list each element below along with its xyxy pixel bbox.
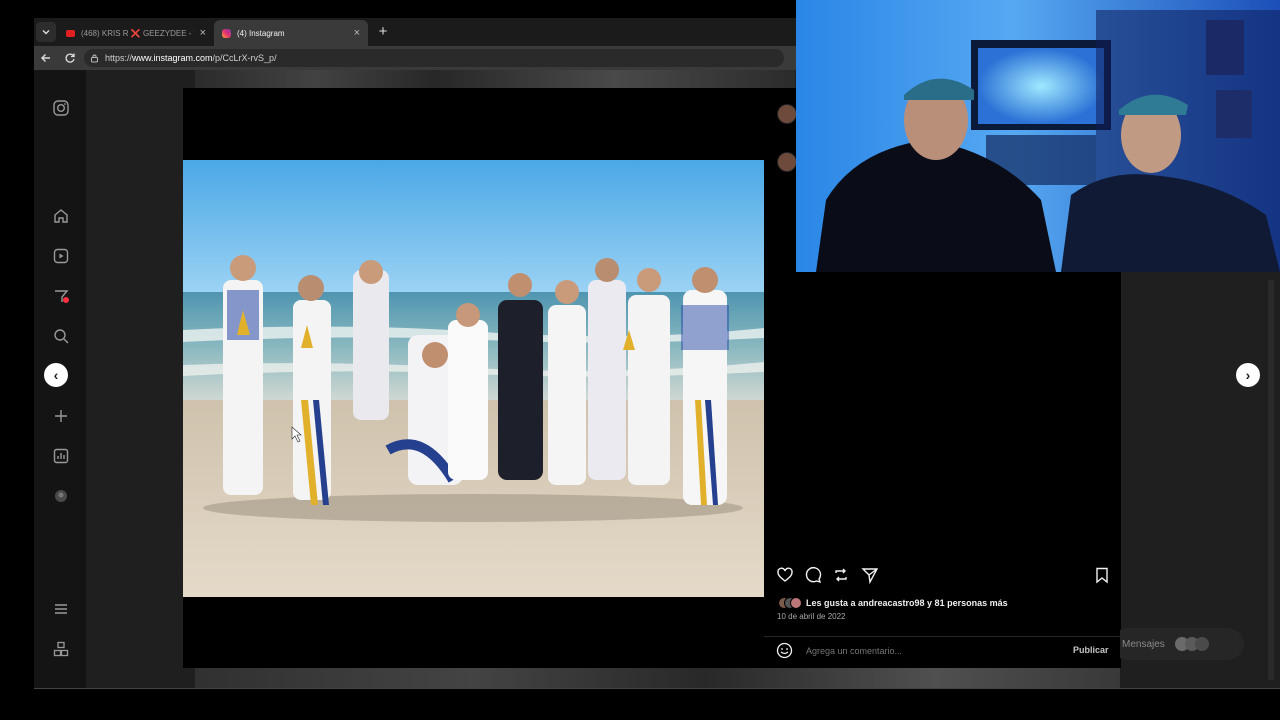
avatar [790, 597, 802, 609]
tab-youtube[interactable]: (468) KRIS R ❌ GEEZYDEE - TUI × [58, 20, 214, 46]
message-avatars [1174, 637, 1209, 651]
commenter-avatar[interactable] [777, 152, 797, 172]
reels-icon[interactable] [52, 247, 70, 265]
tab-label: (468) KRIS R ❌ GEEZYDEE - TUI [80, 28, 194, 38]
site-info-icon[interactable] [90, 54, 99, 63]
repost-icon[interactable] [832, 566, 850, 584]
chevron-left-icon: ‹ [53, 367, 59, 383]
save-bookmark-icon[interactable] [1093, 566, 1111, 584]
tab-instagram[interactable]: (4) Instagram × [214, 20, 368, 46]
url-scheme: https:// [105, 53, 133, 63]
url-path: /p/CcLrX-rvS_p/ [212, 53, 277, 63]
post-actions [776, 566, 1116, 584]
chevron-down-icon [42, 30, 50, 35]
next-post-button[interactable]: › [1236, 363, 1260, 387]
post-photo[interactable] [183, 160, 764, 597]
close-icon[interactable]: × [354, 27, 360, 39]
url-bar[interactable]: https://www.instagram.com/p/CcLrX-rvS_p/ [84, 49, 784, 67]
like-heart-icon[interactable] [776, 566, 794, 584]
likes-text: Les gusta a andreacastro98 y 81 personas… [806, 598, 1008, 608]
share-icon[interactable] [861, 566, 879, 584]
plus-icon: + [378, 22, 388, 40]
author-avatar[interactable] [777, 104, 797, 124]
chevron-right-icon: › [1245, 367, 1251, 383]
youtube-icon [66, 29, 75, 37]
new-tab-button[interactable]: + [374, 22, 392, 40]
instagram-favicon-icon [222, 28, 231, 38]
more-apps-icon[interactable] [52, 640, 70, 658]
url-host: www.instagram.com [132, 53, 213, 63]
close-icon[interactable]: × [200, 27, 206, 39]
previous-post-button[interactable]: ‹ [44, 363, 68, 387]
tab-label: (4) Instagram [237, 28, 285, 38]
home-icon[interactable] [52, 207, 70, 225]
messages-pill[interactable]: Mensajes [1120, 628, 1244, 660]
page-scrollbar[interactable] [1268, 280, 1274, 680]
reload-icon[interactable] [64, 52, 76, 64]
emoji-icon[interactable] [776, 642, 793, 659]
comment-icon[interactable] [804, 566, 822, 584]
tab-list-button[interactable] [36, 22, 56, 42]
webcam-overlay [796, 0, 1280, 272]
feed-backdrop [195, 70, 795, 88]
post-date: 10 de abril de 2022 [777, 612, 846, 621]
dashboard-icon[interactable] [52, 447, 70, 465]
back-icon[interactable] [40, 52, 52, 64]
comment-input[interactable] [804, 645, 1058, 657]
publish-button[interactable]: Publicar [1073, 645, 1109, 655]
avatar [1194, 637, 1209, 651]
menu-icon[interactable] [52, 600, 70, 618]
messages-label: Mensajes [1122, 638, 1165, 650]
profile-icon[interactable] [52, 487, 70, 505]
webcam-feed [796, 0, 1280, 272]
instagram-icon[interactable] [52, 99, 70, 117]
notifications-icon[interactable] [52, 287, 70, 305]
url-text: https://www.instagram.com/p/CcLrX-rvS_p/ [105, 53, 277, 63]
likes-summary[interactable]: Les gusta a andreacastro98 y 81 personas… [778, 597, 1008, 609]
liker-avatars [778, 597, 802, 609]
create-icon[interactable] [52, 407, 70, 425]
feed-backdrop [195, 668, 1120, 688]
beach-group-photo [183, 160, 764, 597]
browser-tab-bar: (468) KRIS R ❌ GEEZYDEE - TUI × (4) Inst… [34, 18, 796, 46]
search-icon[interactable] [52, 327, 70, 345]
